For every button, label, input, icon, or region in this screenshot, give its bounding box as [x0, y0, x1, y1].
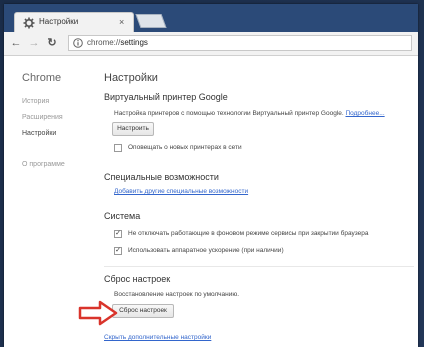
desktop-background: Настройки × ← → ↻ chrome://settings Chro… [0, 0, 424, 347]
hardware-acceleration-label: Использовать аппаратное ускорение (при н… [128, 247, 284, 254]
page-title: Настройки [104, 72, 158, 84]
hide-advanced-link-row: Скрыть дополнительные настройки [104, 334, 211, 341]
reset-settings-button[interactable]: Сброс настроек [112, 304, 174, 318]
printer-description: Настройка принтеров с помощью технологии… [114, 110, 385, 117]
accessibility-heading: Специальные возможности [104, 172, 219, 182]
sidebar-item-about[interactable]: О программе [22, 161, 65, 168]
back-icon[interactable]: ← [10, 37, 22, 49]
red-arrow-icon [78, 300, 118, 326]
notify-printers-checkbox[interactable] [114, 144, 122, 152]
hide-advanced-link[interactable]: Скрыть дополнительные настройки [104, 334, 211, 341]
more-link[interactable]: Подробнее... [346, 110, 385, 117]
gear-icon [23, 17, 35, 29]
sidebar-title: Chrome [22, 72, 62, 84]
sidebar-item-settings[interactable]: Настройки [22, 130, 56, 137]
info-icon [73, 38, 83, 48]
background-services-label: Не отключать работающие в фоновом режиме… [128, 230, 369, 237]
notify-printers-label: Оповещать о новых принтерах в сети [128, 144, 242, 151]
browser-toolbar: ← → ↻ chrome://settings [4, 32, 418, 56]
sidebar-item-history[interactable]: История [22, 98, 49, 105]
new-tab-button[interactable] [135, 14, 167, 28]
background-services-checkbox[interactable]: ✓ [114, 230, 122, 238]
printer-heading: Виртуальный принтер Google [104, 92, 228, 102]
add-accessibility-link-row: Добавить другие специальные возможности [114, 188, 248, 195]
forward-icon[interactable]: → [28, 37, 40, 49]
url-path: settings [120, 38, 148, 47]
reload-icon[interactable]: ↻ [46, 37, 58, 49]
url-scheme: chrome:// [87, 38, 121, 47]
reset-description: Восстановление настроек по умолчанию. [114, 291, 240, 298]
section-divider [104, 266, 414, 267]
reset-heading: Сброс настроек [104, 274, 171, 284]
system-heading: Система [104, 211, 141, 221]
hardware-acceleration-checkbox[interactable]: ✓ [114, 247, 122, 255]
printer-description-text: Настройка принтеров с помощью технологии… [114, 110, 344, 117]
address-bar[interactable]: chrome://settings [68, 35, 412, 51]
settings-content: Настройки Виртуальный принтер Google Нас… [94, 56, 418, 347]
add-accessibility-link[interactable]: Добавить другие специальные возможности [114, 188, 248, 195]
close-tab-icon[interactable]: × [119, 16, 124, 28]
browser-window: Настройки × ← → ↻ chrome://settings Chro… [4, 4, 418, 347]
title-bar: Настройки × [4, 4, 418, 32]
tab-settings[interactable]: Настройки × [14, 12, 134, 32]
tab-title: Настройки [39, 17, 79, 26]
url-text: chrome://settings [87, 38, 148, 47]
sidebar-item-extensions[interactable]: Расширения [22, 114, 63, 121]
setup-printer-button[interactable]: Настроить [112, 122, 154, 136]
